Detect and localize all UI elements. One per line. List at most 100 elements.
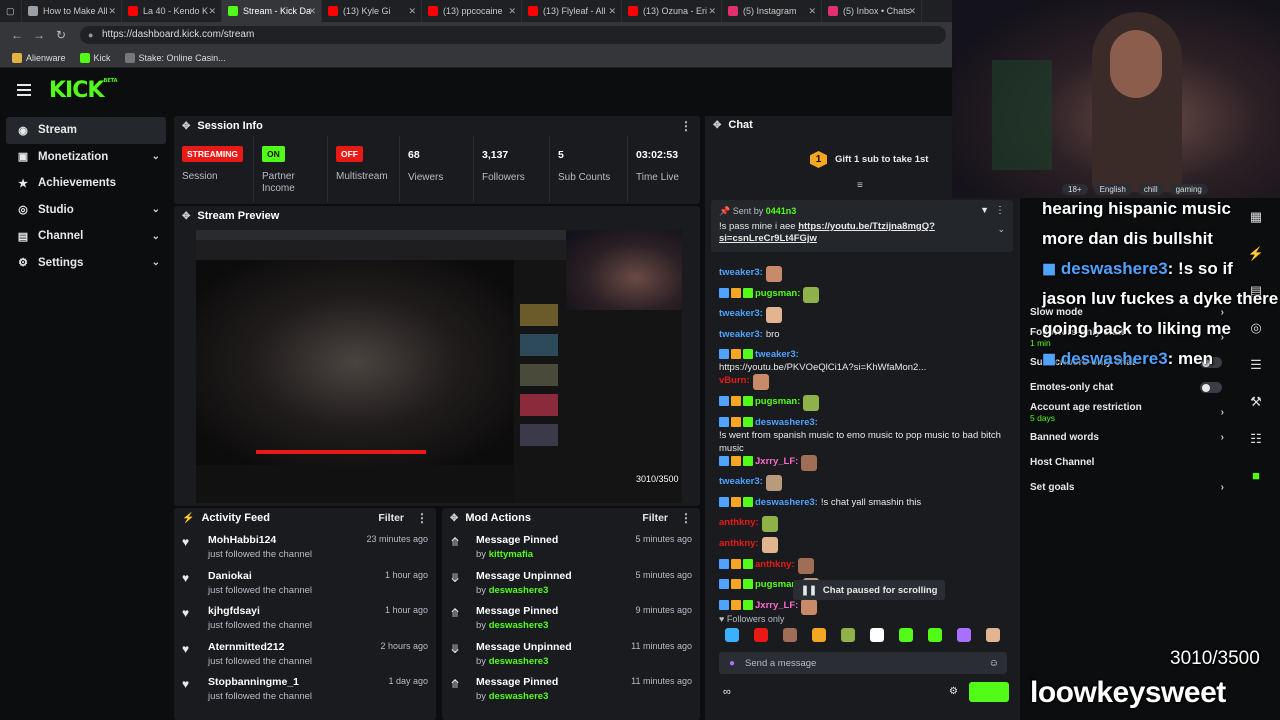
emote-picker-icon[interactable]: [899, 628, 913, 642]
close-icon[interactable]: ✕: [708, 6, 716, 17]
emote-picker-icon[interactable]: [725, 628, 739, 642]
emote-picker-icon[interactable]: [870, 628, 884, 642]
emote-picker-icon[interactable]: [928, 628, 942, 642]
chat-message[interactable]: anthkny:: [719, 516, 1009, 537]
bookmark-kick[interactable]: Kick: [79, 52, 111, 63]
chat-message[interactable]: anthkny:: [719, 557, 1009, 579]
activity-filter-button[interactable]: Filter: [378, 512, 404, 524]
chat-message[interactable]: deswashere3: !s chat yall smashin this: [719, 496, 1009, 517]
browser-tab[interactable]: La 40 - Kendo K ✕: [122, 0, 222, 22]
tab-favicon-icon: [228, 6, 238, 16]
chat-send-button[interactable]: [969, 682, 1009, 702]
chat-message[interactable]: pugsman:: [719, 286, 1009, 308]
emote-picker-icon[interactable]: [812, 628, 826, 642]
close-icon[interactable]: ✕: [608, 6, 616, 17]
gift-sub-banner[interactable]: 1 Gift 1 sub to take 1st: [810, 151, 928, 168]
close-icon[interactable]: ✕: [508, 6, 516, 17]
pause-icon: ❚❚: [801, 584, 817, 596]
emote-picker-icon[interactable]: [783, 628, 797, 642]
close-icon[interactable]: ✕: [908, 6, 916, 17]
chat-paused-banner[interactable]: ❚❚ Chat paused for scrolling: [793, 580, 946, 600]
browser-tab[interactable]: (5) Instagram ✕: [722, 0, 822, 22]
kick-chat-icons[interactable]: ∞: [723, 686, 731, 698]
chevron-down-icon: ⌄: [151, 151, 160, 163]
browser-tab[interactable]: How to Make All ✕: [22, 0, 122, 22]
close-icon[interactable]: ✕: [108, 6, 116, 17]
preview-webcam: [566, 230, 682, 310]
emote-picker-icon[interactable]: [754, 628, 768, 642]
chat-message[interactable]: tweaker3:: [719, 475, 1009, 496]
bookmark-alienware[interactable]: Alienware: [12, 52, 66, 63]
chat-message[interactable]: tweaker3:: [719, 307, 1009, 328]
chat-message[interactable]: tweaker3:: [719, 266, 1009, 287]
tab-overview-icon[interactable]: ▢: [0, 0, 22, 22]
browser-tab[interactable]: (13) Flyleaf - All ✕: [522, 0, 622, 22]
browser-tab[interactable]: (5) Inbox • Chats ✕: [822, 0, 922, 22]
browser-tab[interactable]: (13) Kyle Gi ✕: [322, 0, 422, 22]
wrench-icon[interactable]: ⚒: [1240, 383, 1272, 420]
menu-icon[interactable]: [17, 84, 31, 96]
streamer-webcam: [952, 0, 1280, 198]
mic-icon[interactable]: ●: [729, 658, 735, 669]
back-icon[interactable]: ←: [6, 28, 28, 42]
more-icon[interactable]: ⋮: [995, 205, 1005, 216]
chat-settings-icon[interactable]: ⚙: [949, 686, 958, 697]
reload-icon[interactable]: ↻: [50, 28, 72, 42]
chat-message[interactable]: tweaker3: bro: [719, 328, 1009, 349]
stake-icon: [124, 52, 135, 63]
url-field[interactable]: ● https://dashboard.kick.com/stream: [80, 26, 946, 44]
pin-icon: ⤊: [450, 606, 461, 620]
browser-tab[interactable]: (13) ppcocaine ✕: [422, 0, 522, 22]
chat-message[interactable]: deswashere3: !s went from spanish music t…: [719, 416, 1009, 455]
sidebar-item-achievements[interactable]: ★ Achievements: [0, 170, 172, 197]
verified-badge-icon: [719, 455, 729, 466]
chat-setting-item[interactable]: Set goals ›: [1022, 475, 1236, 500]
chat-setting-item[interactable]: Banned words ›: [1022, 425, 1236, 450]
chat-input[interactable]: ● Send a message ☺: [719, 652, 1007, 674]
network-icon[interactable]: ☷: [1240, 420, 1272, 457]
tab-favicon-icon: [728, 6, 738, 16]
emote-image: [803, 286, 820, 303]
close-icon[interactable]: ✕: [208, 6, 216, 17]
close-icon[interactable]: ✕: [808, 6, 816, 17]
app-icon[interactable]: ■: [1240, 457, 1272, 494]
bookmark-stake[interactable]: Stake: Online Casin...: [124, 52, 226, 63]
session-info-header: ✥ Session Info ⋮: [182, 119, 692, 133]
chat-message[interactable]: tweaker3: https://youtu.be/PKVOeQlCi1A?si…: [719, 348, 1009, 374]
more-icon[interactable]: ⋮: [680, 511, 692, 525]
mod-filter-button[interactable]: Filter: [642, 512, 668, 524]
close-icon[interactable]: ✕: [408, 6, 416, 17]
chat-collapse-icon[interactable]: ≡: [857, 180, 863, 191]
chevron-down-icon[interactable]: ⌄: [997, 224, 1005, 235]
emote-picker-icon[interactable]: [986, 628, 1000, 642]
forward-icon[interactable]: →: [28, 28, 50, 42]
more-icon[interactable]: ⋮: [680, 119, 692, 133]
emoji-icon[interactable]: ☺: [989, 658, 999, 669]
chat-message[interactable]: anthkny:: [719, 536, 1009, 558]
sidebar-item-settings[interactable]: ⚙ Settings ⌄: [0, 250, 172, 277]
trophy-icon: ★: [18, 177, 28, 190]
close-icon[interactable]: ✕: [308, 6, 316, 17]
chat-setting-item[interactable]: Emotes-only chat: [1022, 375, 1236, 400]
sidebar-item-stream[interactable]: ◉ Stream: [6, 117, 166, 144]
sidebar-item-studio[interactable]: ◎ Studio ⌄: [0, 197, 172, 224]
gift-count-badge: 1: [810, 151, 827, 168]
kick-logo[interactable]: KICKBETA: [49, 78, 118, 103]
chat-message[interactable]: Jxrry_LF:: [719, 454, 1009, 476]
browser-tab[interactable]: Stream - Kick Da ✕: [222, 0, 322, 22]
sidebar-item-monetization[interactable]: ▣ Monetization ⌄: [0, 144, 172, 171]
stream-preview-video[interactable]: 3010/3500: [196, 230, 682, 503]
gear-icon: ⚙: [18, 257, 28, 270]
toggle-switch[interactable]: [1200, 382, 1222, 393]
emote-picker-icon[interactable]: [841, 628, 855, 642]
chat-setting-item[interactable]: Account age restriction 5 days ›: [1022, 400, 1236, 425]
browser-tab[interactable]: (13) Ozuna - Eri ✕: [622, 0, 722, 22]
tab-favicon-icon: [28, 6, 38, 16]
emote-picker-icon[interactable]: [957, 628, 971, 642]
unpin-icon[interactable]: ▼: [980, 205, 989, 215]
more-icon[interactable]: ⋮: [416, 511, 428, 525]
chat-message[interactable]: vBurn:: [719, 374, 1009, 395]
chat-setting-item[interactable]: Host Channel: [1022, 450, 1236, 475]
sidebar-item-channel[interactable]: ▤ Channel ⌄: [0, 223, 172, 250]
chat-message[interactable]: pugsman:: [719, 394, 1009, 416]
